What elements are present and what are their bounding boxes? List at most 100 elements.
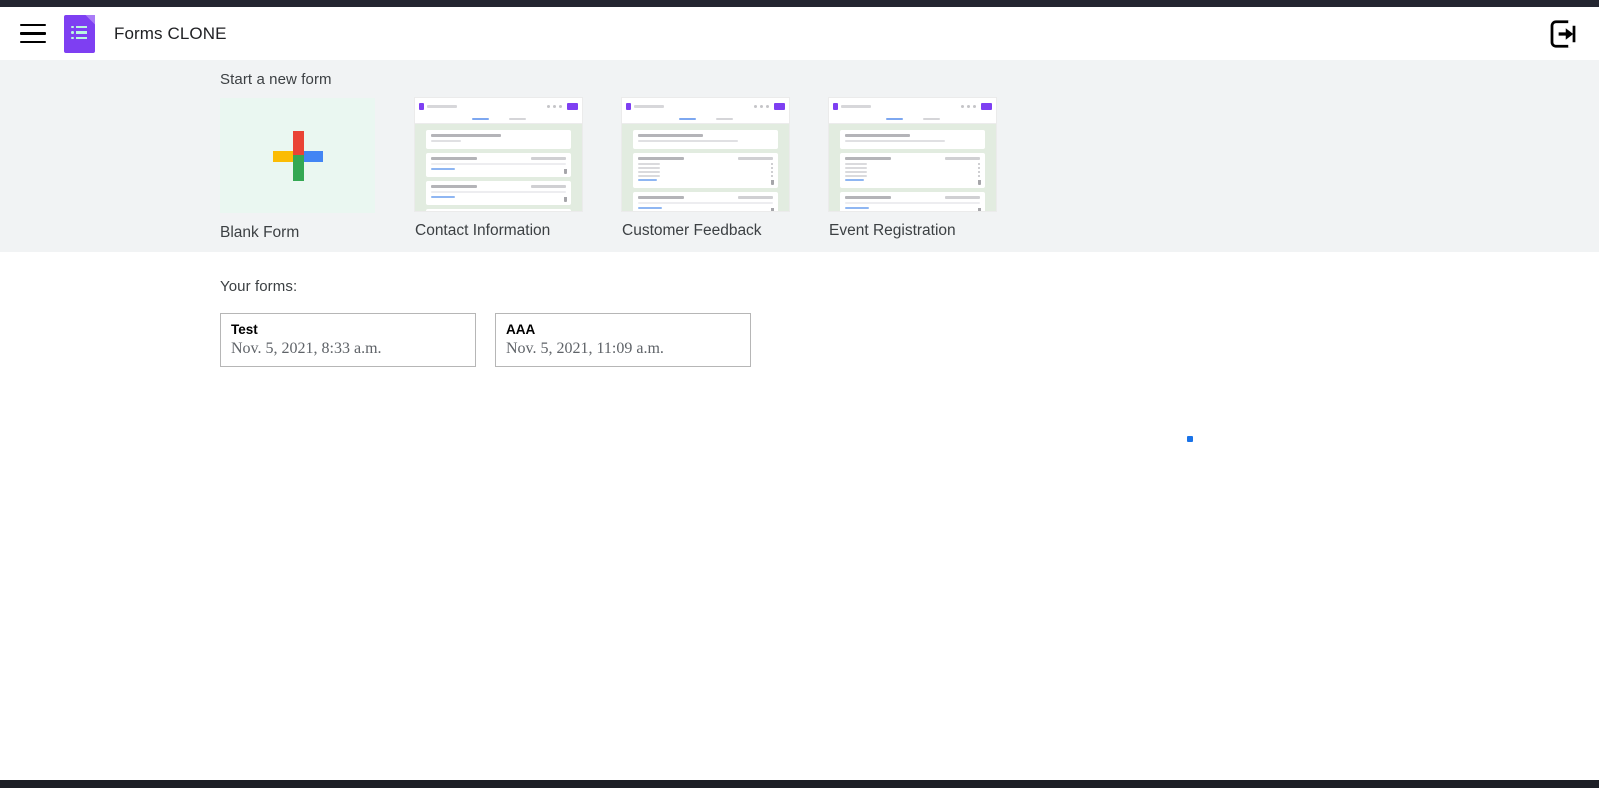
mini-toolbar (622, 98, 789, 115)
mini-option-label (638, 162, 660, 165)
mini-forms-icon (419, 103, 424, 110)
mini-question-row (845, 196, 980, 199)
mini-choice-option (845, 170, 980, 173)
mini-send-button (567, 103, 578, 110)
logout-exit-icon[interactable] (1543, 14, 1583, 54)
mini-line (737, 157, 773, 160)
mini-choice-option (638, 162, 773, 165)
mini-line (530, 185, 566, 188)
mini-tab-questions (678, 117, 696, 121)
mini-line (431, 167, 456, 170)
google-plus-icon (272, 130, 323, 181)
banner-inner: Start a new form Blank Form Contact Info… (0, 60, 1599, 242)
browser-chrome-top-edge (0, 0, 1599, 7)
mini-icon (766, 105, 769, 108)
mini-form-body (415, 124, 582, 211)
mini-line (944, 196, 980, 199)
mini-option-remove (771, 162, 773, 165)
mini-line (845, 134, 910, 137)
forms-icon-dash (75, 31, 87, 34)
form-card-date: Nov. 5, 2021, 11:09 a.m. (506, 340, 664, 357)
your-forms-heading: Your forms: (220, 278, 298, 295)
mini-question-row (845, 157, 980, 160)
mini-delete-icon (978, 180, 981, 185)
hamburger-bar (20, 32, 46, 35)
mini-line (638, 178, 657, 181)
forms-icon-dash (75, 25, 87, 28)
plus-arm-red (292, 130, 304, 157)
mini-icon (559, 105, 562, 108)
form-card-title: AAA (506, 322, 536, 337)
mini-form-body (622, 124, 789, 211)
hamburger-bar (20, 23, 46, 27)
mini-forms-icon (833, 103, 838, 110)
mini-delete-icon (564, 197, 567, 202)
mini-form-header-card (633, 130, 778, 149)
mini-line (845, 196, 891, 199)
mini-forms-icon (626, 103, 631, 110)
mini-delete-icon (771, 180, 774, 185)
mini-question-card (426, 209, 571, 211)
mini-tab-responses (508, 117, 526, 121)
mini-question-row (431, 185, 566, 188)
mini-option-remove (978, 166, 980, 169)
template-label: Contact Information (415, 222, 551, 239)
mini-line (737, 196, 773, 199)
template-thumbnail-preview[interactable] (415, 98, 582, 211)
mini-line (638, 206, 663, 209)
form-card[interactable]: AAA Nov. 5, 2021, 11:09 a.m. (495, 313, 751, 367)
template-item-event-registration[interactable]: Event Registration (829, 98, 996, 240)
template-gallery: Blank Form Contact Information Customer … (220, 98, 1599, 242)
mini-form-title (841, 105, 871, 108)
app-title: Forms CLONE (114, 23, 227, 43)
template-item-customer-feedback[interactable]: Customer Feedback (622, 98, 789, 240)
hamburger-bar (20, 40, 46, 44)
mini-option-remove (978, 174, 980, 177)
mini-choice-option (845, 162, 980, 165)
mini-option-remove (978, 162, 980, 165)
mini-tabs (622, 115, 789, 124)
template-item-contact-information[interactable]: Contact Information (415, 98, 582, 240)
mini-line (638, 196, 684, 199)
hamburger-menu-icon[interactable] (16, 17, 50, 51)
template-item-blank-form[interactable]: Blank Form (220, 98, 375, 242)
mini-line (845, 206, 870, 209)
mini-option-label (845, 174, 867, 177)
mini-icon (967, 105, 970, 108)
mini-line (530, 157, 566, 160)
mini-underline (845, 201, 980, 204)
mini-question-row (638, 157, 773, 160)
mini-question-card (840, 153, 985, 188)
template-thumbnail-preview[interactable] (829, 98, 996, 211)
mini-icon (973, 105, 976, 108)
start-new-form-heading: Start a new form (220, 71, 332, 88)
mini-delete-icon (771, 208, 774, 211)
mini-choice-option (638, 166, 773, 169)
mini-icon (760, 105, 763, 108)
mini-form-body (829, 124, 996, 211)
mini-tab-questions (471, 117, 489, 121)
mini-form-header-card (840, 130, 985, 149)
template-label: Event Registration (829, 222, 956, 239)
blank-form-thumbnail[interactable] (220, 98, 375, 213)
mini-option-label (845, 166, 867, 169)
your-forms-section: Your forms: Test Nov. 5, 2021, 8:33 a.m.… (220, 278, 1520, 367)
mini-line (845, 178, 864, 181)
form-card[interactable]: Test Nov. 5, 2021, 8:33 a.m. (220, 313, 476, 367)
mini-line (431, 195, 456, 198)
mini-line (845, 139, 945, 142)
start-new-form-banner: Start a new form Blank Form Contact Info… (0, 60, 1599, 252)
mini-line (638, 134, 703, 137)
forms-icon-bullet (71, 36, 74, 39)
mini-icon (754, 105, 757, 108)
mini-option-remove (771, 174, 773, 177)
mini-form-title (427, 105, 457, 108)
mini-question-card (426, 181, 571, 205)
forms-icon-bullet (71, 25, 74, 28)
mini-line (431, 139, 461, 142)
template-thumbnail-preview[interactable] (622, 98, 789, 211)
mini-form-header-card (426, 130, 571, 149)
mini-question-card (840, 192, 985, 211)
mini-option-label (638, 174, 660, 177)
mini-choice-option (638, 170, 773, 173)
